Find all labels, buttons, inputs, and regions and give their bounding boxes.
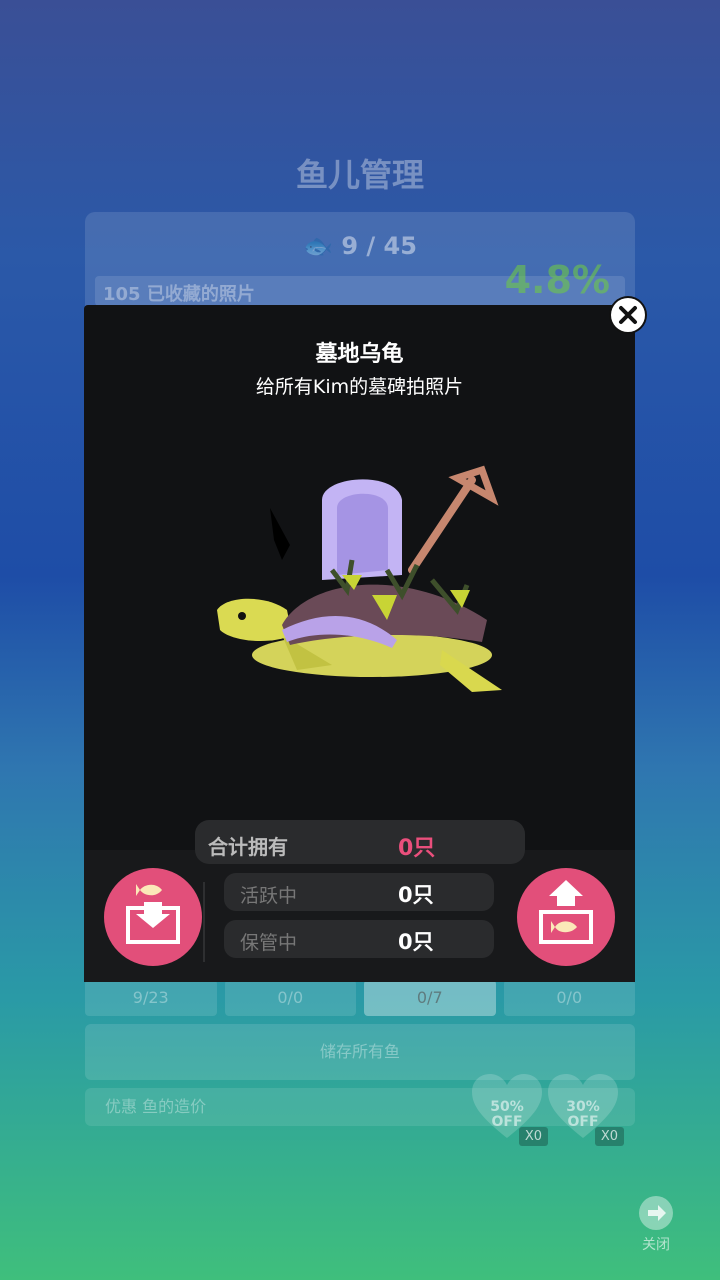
total-owned-value: 0只 xyxy=(398,836,436,861)
store-fish-button[interactable] xyxy=(104,868,202,966)
coupon-30-off[interactable]: 30% OFF X0 xyxy=(548,1074,624,1146)
store-fish-icon xyxy=(126,884,180,944)
coupon-count: X0 xyxy=(594,1127,624,1146)
modal-close-button[interactable] xyxy=(611,298,645,332)
fish-icon: 🐟 xyxy=(303,232,342,260)
tab-1[interactable]: 9/23 xyxy=(85,980,217,1016)
total-owned-label: 合计拥有 xyxy=(208,835,288,859)
stored-value: 0只 xyxy=(398,930,434,954)
stored-label: 保管中 xyxy=(240,932,298,954)
release-fish-icon xyxy=(539,880,593,944)
progress-percent: 4.8% xyxy=(504,258,610,302)
active-value: 0只 xyxy=(398,883,434,907)
divider xyxy=(203,882,205,962)
category-tabs: 9/23 0/0 0/7 0/0 xyxy=(85,980,635,1016)
arrow-right-icon xyxy=(639,1196,673,1230)
store-all-button[interactable]: 储存所有鱼 xyxy=(85,1024,635,1080)
active-label: 活跃中 xyxy=(240,885,298,907)
tab-3[interactable]: 0/7 xyxy=(364,980,496,1016)
coupon-count: X0 xyxy=(518,1127,548,1146)
tab-4[interactable]: 0/0 xyxy=(503,980,635,1016)
close-label: 关闭 xyxy=(642,1237,670,1253)
release-fish-button[interactable] xyxy=(517,868,615,966)
fish-count: 🐟 9 / 45 xyxy=(303,232,417,260)
tab-2[interactable]: 0/0 xyxy=(224,980,356,1016)
graveyard-turtle-image xyxy=(217,465,502,692)
close-screen-button[interactable]: 关闭 xyxy=(634,1196,678,1254)
fish-unlock-hint: 给所有Kim的墓碑拍照片 xyxy=(255,376,464,398)
close-icon xyxy=(619,306,637,324)
progress-text: 105 已收藏的照片 xyxy=(103,284,255,305)
coupon-50-off[interactable]: 50% OFF X0 xyxy=(472,1074,548,1146)
page-title: 鱼儿管理 xyxy=(295,156,424,194)
fish-name: 墓地乌龟 xyxy=(315,342,404,367)
